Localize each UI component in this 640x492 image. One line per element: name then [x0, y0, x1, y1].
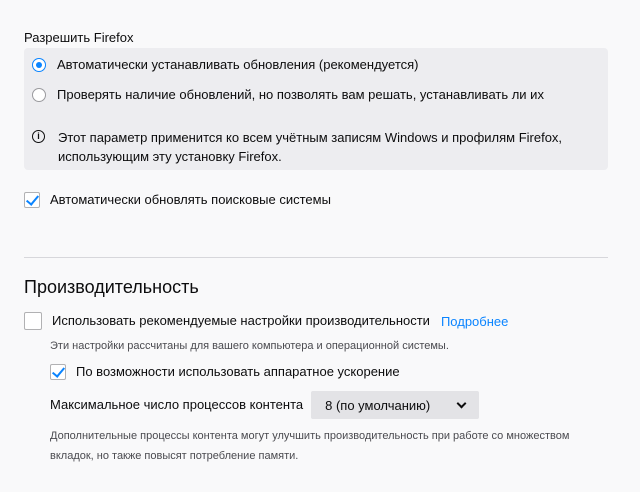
use-recommended-performance[interactable]: Использовать рекомендуемые настройки про…	[24, 312, 508, 330]
use-recommended-performance-checkbox[interactable]	[24, 312, 42, 330]
update-info-note: i Этот параметр применится ко всем учётн…	[32, 128, 598, 166]
radio-check-only-label: Проверять наличие обновлений, но позволя…	[57, 87, 544, 102]
recommended-performance-hint: Эти настройки рассчитаны для вашего комп…	[50, 340, 449, 352]
allow-firefox-label: Разрешить Firefox	[24, 30, 134, 45]
preferences-page: Разрешить Firefox Автоматически устанавл…	[0, 0, 640, 492]
radio-auto-install[interactable]: Автоматически устанавливать обновления (…	[32, 57, 419, 73]
chevron-down-icon	[456, 398, 467, 408]
hardware-acceleration-label: По возможности использовать аппаратное у…	[76, 364, 400, 379]
info-icon: i	[32, 130, 45, 143]
content-process-limit-label: Максимальное число процессов контента	[50, 397, 304, 412]
performance-section-title: Производительность	[24, 277, 199, 297]
learn-more-link[interactable]: Подробнее	[441, 314, 508, 329]
section-divider	[24, 257, 608, 258]
content-process-limit-row: Максимальное число процессов контента 8 …	[50, 391, 480, 419]
auto-update-search-engines[interactable]: Автоматически обновлять поисковые систем…	[24, 192, 331, 208]
content-process-hint: Дополнительные процессы контента могут у…	[50, 430, 570, 462]
hardware-acceleration-checkbox[interactable]	[50, 364, 66, 380]
radio-check-only-control[interactable]	[32, 88, 46, 102]
hardware-acceleration[interactable]: По возможности использовать аппаратное у…	[50, 364, 400, 380]
use-recommended-performance-label: Использовать рекомендуемые настройки про…	[52, 313, 430, 328]
radio-check-only[interactable]: Проверять наличие обновлений, но позволя…	[32, 87, 544, 103]
update-info-text: Этот параметр применится ко всем учётным…	[58, 130, 563, 164]
content-process-limit-value: 8 (по умолчанию)	[325, 397, 431, 413]
radio-auto-install-control[interactable]	[32, 58, 46, 72]
content-process-limit-select[interactable]: 8 (по умолчанию)	[311, 391, 480, 419]
auto-update-search-engines-checkbox[interactable]	[24, 192, 40, 208]
radio-auto-install-label: Автоматически устанавливать обновления (…	[57, 57, 419, 72]
update-options-box: Автоматически устанавливать обновления (…	[24, 48, 608, 170]
auto-update-search-engines-label: Автоматически обновлять поисковые систем…	[50, 192, 331, 207]
